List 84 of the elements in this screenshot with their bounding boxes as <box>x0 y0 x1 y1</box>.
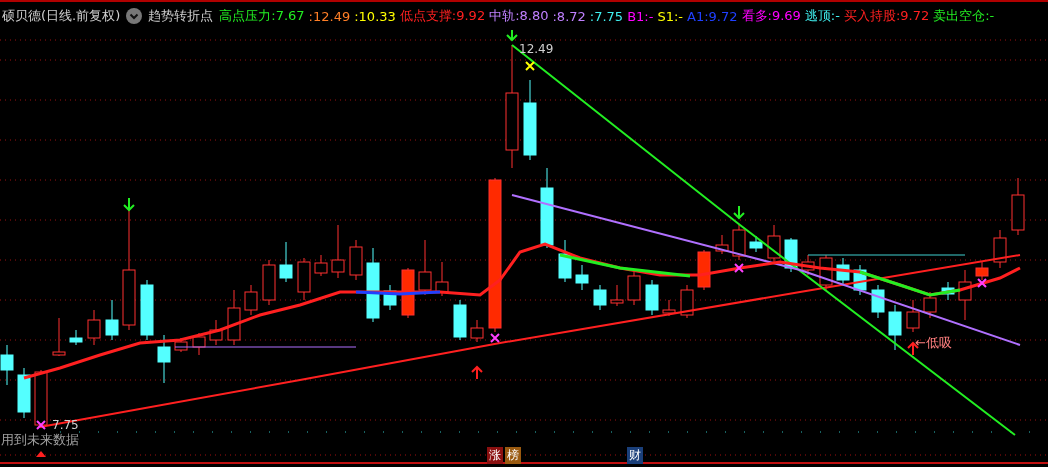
event-badge[interactable]: 财 <box>627 447 643 464</box>
legend-value: A1:9.72 <box>687 8 738 24</box>
candlestick <box>993 229 1007 269</box>
candlestick <box>105 299 119 341</box>
cross-mark-icon <box>977 278 987 288</box>
legend-value: :8.72 <box>552 8 586 24</box>
legend-value: 高点压力:7.67 <box>219 7 305 25</box>
cross-mark-icon <box>36 420 46 430</box>
legend-value: 逃顶:- <box>804 7 840 25</box>
candlestick <box>331 224 345 279</box>
down-arrow-icon <box>506 30 518 42</box>
candlestick <box>749 235 763 253</box>
candlestick <box>906 299 920 333</box>
candlestick <box>87 309 101 346</box>
legend-value: 中轨:8.80 <box>489 7 549 25</box>
candlestick <box>575 264 589 291</box>
candlestick <box>157 334 171 384</box>
candlestick <box>558 239 572 283</box>
candlestick <box>140 279 154 341</box>
stock-title: 硕贝德(日线.前复权) <box>2 7 121 25</box>
candlestick <box>767 224 781 263</box>
event-badge[interactable]: 榜 <box>505 447 521 464</box>
candlestick <box>418 239 432 296</box>
candlestick <box>192 332 206 356</box>
candlestick <box>17 367 31 419</box>
candlestick <box>610 284 624 307</box>
candlestick <box>401 267 415 319</box>
warning-text: 用到未来数据 <box>1 433 79 447</box>
candlestick <box>662 299 676 317</box>
legend-value: 卖出空仓:- <box>933 7 995 25</box>
legend-value: S1:- <box>657 8 683 24</box>
candlestick <box>680 284 694 319</box>
candlestick <box>836 257 850 286</box>
candlestick <box>941 281 955 301</box>
candlestick <box>627 269 641 306</box>
candlestick <box>52 317 66 357</box>
candlestick <box>314 254 328 277</box>
up-triangle-icon <box>36 451 46 457</box>
candlestick <box>923 291 937 319</box>
legend-value: B1:- <box>627 8 654 24</box>
up-arrow-icon <box>471 365 483 380</box>
candlestick <box>69 329 83 346</box>
candlestick <box>262 259 276 306</box>
candlestick <box>383 284 397 311</box>
indicator-name[interactable]: 趋势转折点 <box>148 7 214 25</box>
cross-mark-icon <box>490 333 500 343</box>
candlestick <box>697 249 711 291</box>
candlestick <box>244 284 258 316</box>
cross-mark-icon <box>525 61 535 71</box>
candlestick <box>645 279 659 316</box>
candlestick <box>227 289 241 346</box>
high-price-label: 12.49 <box>519 42 554 56</box>
candlestick <box>732 224 746 261</box>
legend-value: 低点支撑:9.92 <box>399 7 486 25</box>
candlestick <box>209 319 223 346</box>
legend-value: 看多:9.69 <box>741 7 801 25</box>
legend-value: 买入持股:9.72 <box>843 7 930 25</box>
down-arrow-icon <box>123 197 135 212</box>
candlestick <box>1011 177 1025 236</box>
event-badge[interactable]: 涨 <box>487 447 503 464</box>
legend-value: :7.75 <box>589 8 624 24</box>
candlestick <box>0 344 14 386</box>
cross-mark-icon <box>734 263 744 273</box>
candlestick <box>470 319 484 343</box>
candlestick <box>349 239 363 281</box>
candlestick <box>435 261 449 297</box>
candlestick <box>34 369 48 429</box>
dropdown-icon[interactable] <box>126 8 143 24</box>
candlestick <box>593 284 607 311</box>
candlestick <box>801 254 815 276</box>
candlestick <box>853 264 867 296</box>
candlestick <box>453 299 467 341</box>
candlestick <box>819 254 833 291</box>
candlestick <box>279 241 293 283</box>
candlestick <box>297 257 311 301</box>
candlestick <box>958 269 972 321</box>
buy-signal-label: ←低吸 <box>915 334 952 352</box>
down-arrow-icon <box>733 205 745 220</box>
candlestick <box>871 284 885 319</box>
legend-value: :12.49 <box>308 8 351 24</box>
candlestick <box>715 234 729 255</box>
candlestick <box>888 304 902 351</box>
legend-value: :10.33 <box>354 8 396 24</box>
candlestick <box>975 261 989 281</box>
